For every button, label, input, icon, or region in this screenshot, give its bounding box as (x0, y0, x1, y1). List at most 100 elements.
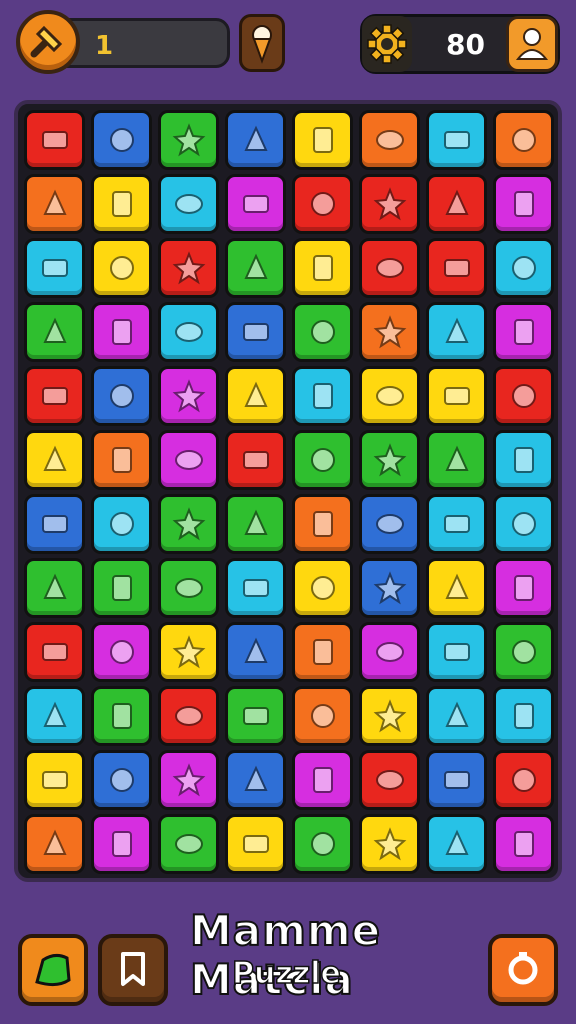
tile-green[interactable] (292, 302, 353, 362)
tile-orange[interactable] (359, 110, 420, 170)
tile-orange[interactable] (292, 686, 353, 746)
tile-blue[interactable] (225, 622, 286, 682)
tile-yellow[interactable] (24, 430, 85, 490)
tile-green[interactable] (24, 302, 85, 362)
tile-orange[interactable] (24, 814, 85, 874)
hammer-button[interactable] (16, 10, 80, 74)
tile-magenta[interactable] (158, 750, 219, 810)
tile-blue[interactable] (359, 494, 420, 554)
tile-cyan[interactable] (426, 110, 487, 170)
tile-cyan[interactable] (158, 302, 219, 362)
tile-cyan[interactable] (493, 686, 554, 746)
tile-cyan[interactable] (426, 494, 487, 554)
tile-red[interactable] (493, 366, 554, 426)
tile-green[interactable] (91, 686, 152, 746)
tile-cyan[interactable] (24, 686, 85, 746)
tile-green[interactable] (225, 494, 286, 554)
tile-cyan[interactable] (426, 814, 487, 874)
restart-button[interactable] (488, 934, 558, 1006)
tile-green[interactable] (158, 110, 219, 170)
tile-yellow[interactable] (91, 174, 152, 234)
tile-yellow[interactable] (24, 750, 85, 810)
tile-blue[interactable] (426, 750, 487, 810)
tile-orange[interactable] (91, 430, 152, 490)
tile-cyan[interactable] (24, 238, 85, 298)
tile-yellow[interactable] (359, 814, 420, 874)
tile-cyan[interactable] (493, 494, 554, 554)
tile-green[interactable] (225, 238, 286, 298)
profile-button[interactable] (506, 16, 558, 72)
map-button[interactable] (18, 934, 88, 1006)
tile-cyan[interactable] (426, 622, 487, 682)
tile-yellow[interactable] (426, 558, 487, 618)
tile-yellow[interactable] (225, 814, 286, 874)
tile-yellow[interactable] (359, 366, 420, 426)
bookmark-button[interactable] (98, 934, 168, 1006)
tile-red[interactable] (359, 750, 420, 810)
tile-green[interactable] (426, 430, 487, 490)
tile-magenta[interactable] (225, 174, 286, 234)
tile-green[interactable] (158, 814, 219, 874)
tile-cyan[interactable] (225, 558, 286, 618)
tile-magenta[interactable] (91, 302, 152, 362)
tile-yellow[interactable] (359, 686, 420, 746)
tile-red[interactable] (426, 174, 487, 234)
tile-blue[interactable] (225, 110, 286, 170)
tile-green[interactable] (158, 494, 219, 554)
tile-red[interactable] (493, 750, 554, 810)
tile-yellow[interactable] (292, 110, 353, 170)
tile-red[interactable] (359, 238, 420, 298)
tile-yellow[interactable] (292, 558, 353, 618)
tile-yellow[interactable] (91, 238, 152, 298)
tile-magenta[interactable] (158, 430, 219, 490)
tile-cyan[interactable] (426, 302, 487, 362)
tile-red[interactable] (426, 238, 487, 298)
tile-red[interactable] (158, 238, 219, 298)
tile-red[interactable] (24, 366, 85, 426)
tile-orange[interactable] (359, 302, 420, 362)
tile-magenta[interactable] (493, 558, 554, 618)
tile-blue[interactable] (225, 302, 286, 362)
tile-green[interactable] (493, 622, 554, 682)
tile-yellow[interactable] (426, 366, 487, 426)
tile-green[interactable] (225, 686, 286, 746)
tile-green[interactable] (91, 558, 152, 618)
tile-blue[interactable] (91, 110, 152, 170)
tile-magenta[interactable] (292, 750, 353, 810)
tile-green[interactable] (24, 558, 85, 618)
tile-cyan[interactable] (292, 366, 353, 426)
tile-orange[interactable] (493, 110, 554, 170)
tile-magenta[interactable] (359, 622, 420, 682)
tile-cyan[interactable] (158, 174, 219, 234)
tile-yellow[interactable] (292, 238, 353, 298)
tile-orange[interactable] (24, 174, 85, 234)
tile-magenta[interactable] (91, 622, 152, 682)
tile-magenta[interactable] (493, 302, 554, 362)
tile-orange[interactable] (292, 622, 353, 682)
tile-red[interactable] (225, 430, 286, 490)
tile-magenta[interactable] (158, 366, 219, 426)
tile-blue[interactable] (359, 558, 420, 618)
tile-magenta[interactable] (493, 174, 554, 234)
ice-cream-button[interactable] (239, 14, 285, 72)
tile-red[interactable] (24, 110, 85, 170)
tile-green[interactable] (292, 814, 353, 874)
tile-red[interactable] (24, 622, 85, 682)
tile-red[interactable] (158, 686, 219, 746)
tile-green[interactable] (292, 430, 353, 490)
tile-cyan[interactable] (91, 494, 152, 554)
tile-red[interactable] (292, 174, 353, 234)
tile-cyan[interactable] (426, 686, 487, 746)
tile-blue[interactable] (225, 750, 286, 810)
tile-blue[interactable] (91, 366, 152, 426)
tile-blue[interactable] (24, 494, 85, 554)
tile-magenta[interactable] (91, 814, 152, 874)
tile-cyan[interactable] (493, 430, 554, 490)
tile-blue[interactable] (91, 750, 152, 810)
tile-green[interactable] (158, 558, 219, 618)
tile-green[interactable] (359, 430, 420, 490)
tile-orange[interactable] (292, 494, 353, 554)
tile-magenta[interactable] (493, 814, 554, 874)
settings-button[interactable] (362, 16, 412, 72)
tile-cyan[interactable] (493, 238, 554, 298)
